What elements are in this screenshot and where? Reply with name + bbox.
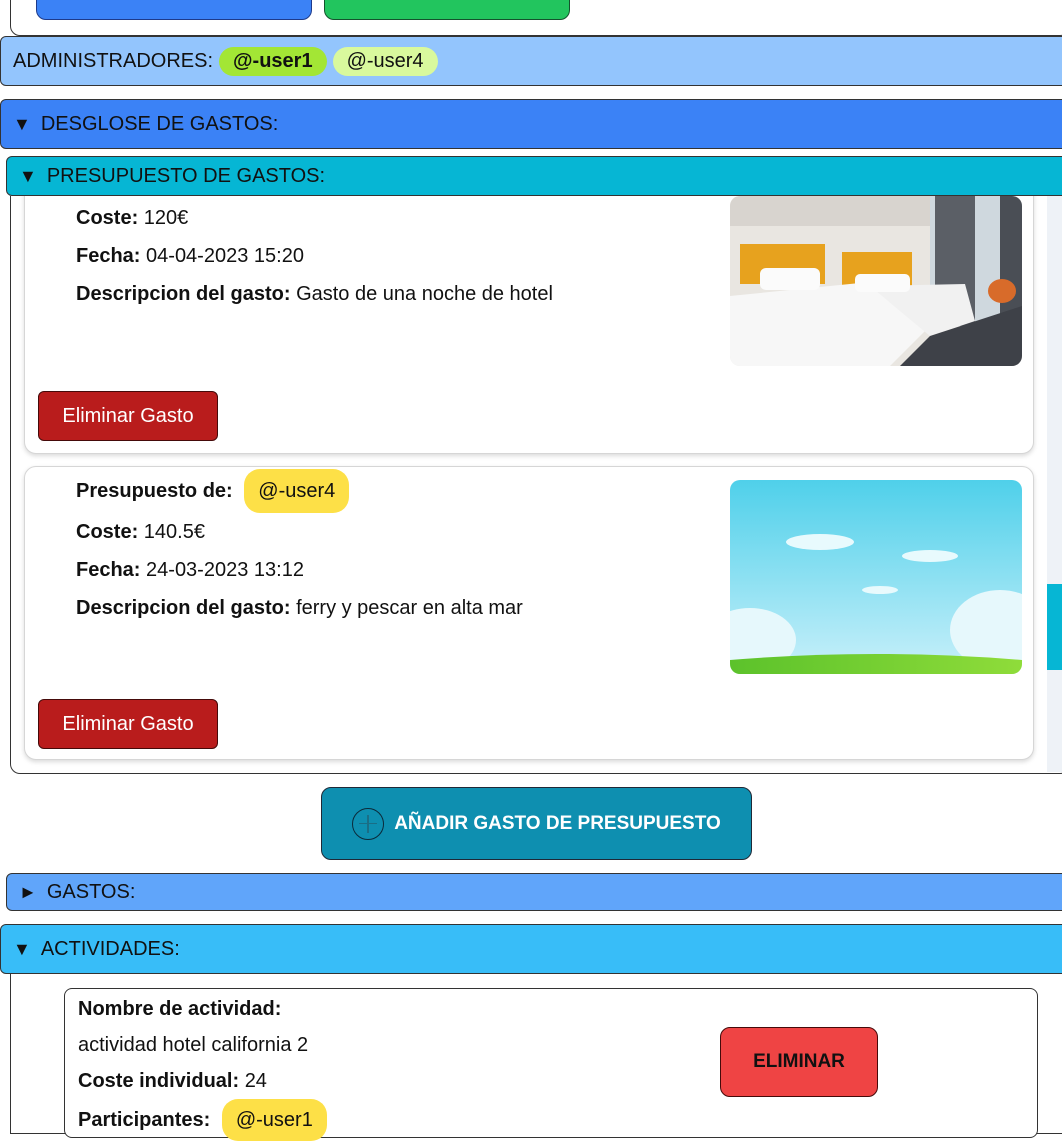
date-label: Fecha: (76, 559, 141, 581)
cost-value: 120€ (143, 207, 189, 229)
activity-name-label-line: Nombre de actividad: (78, 991, 698, 1027)
owner-label: Presupuesto de: (76, 480, 233, 502)
expense-info: Presupuesto de: @-user4 Coste: 140.5€ Fe… (76, 469, 716, 627)
top-blue-button[interactable] (36, 0, 312, 20)
desc-value: Gasto de una noche de hotel (296, 283, 553, 305)
triangle-down-icon: ▼ (19, 165, 37, 186)
presupuesto-section-header[interactable]: ▼ PRESUPUESTO DE GASTOS: (6, 156, 1062, 196)
triangle-right-icon: ► (19, 881, 37, 902)
add-budget-expense-label: AÑADIR GASTO DE PRESUPUESTO (394, 812, 721, 834)
activity-name-label: Nombre de actividad: (78, 998, 282, 1020)
actividades-section-label: ACTIVIDADES: (40, 937, 180, 960)
delete-activity-button[interactable]: ELIMINAR (720, 1027, 878, 1097)
expense-date-line: Fecha: 24-03-2023 13:12 (76, 551, 716, 589)
desc-label: Descripcion del gasto: (76, 597, 291, 619)
triangle-down-icon: ▼ (13, 113, 31, 134)
admin-user-chip[interactable]: @-user1 (219, 46, 327, 76)
hotel-room-image (730, 196, 1022, 366)
cost-value: 140.5€ (143, 521, 205, 543)
activity-info: Nombre de actividad: actividad hotel cal… (78, 991, 698, 1141)
delete-expense-button[interactable]: Eliminar Gasto (38, 699, 218, 749)
expense-desc-line: Descripcion del gasto: Gasto de una noch… (76, 275, 716, 313)
activity-participants-line: Participantes: @-user1 (78, 1099, 698, 1141)
gastos-section-header[interactable]: ► GASTOS: (6, 873, 1062, 911)
participant-user-chip[interactable]: @-user1 (221, 1099, 327, 1141)
administrators-bar: ADMINISTRADORES: @-user1 @-user4 (0, 36, 1062, 86)
plus-circle-icon (352, 807, 385, 840)
admin-user-chip[interactable]: @-user4 (332, 46, 438, 76)
scrollbar-thumb[interactable] (1047, 584, 1062, 670)
administrators-label: ADMINISTRADORES: (13, 49, 214, 72)
expense-info: Coste: 120€ Fecha: 04-04-2023 15:20 Desc… (76, 199, 716, 313)
sky-landscape-image (730, 480, 1022, 674)
activity-cost-line: Coste individual: 24 (78, 1063, 698, 1099)
expense-desc-line: Descripcion del gasto: ferry y pescar en… (76, 589, 716, 627)
owner-user-chip[interactable]: @-user4 (244, 469, 350, 513)
date-value: 04-04-2023 15:20 (146, 245, 304, 267)
expense-owner-line: Presupuesto de: @-user4 (76, 469, 716, 513)
activity-participants-label: Participantes: (78, 1109, 211, 1131)
triangle-down-icon: ▼ (13, 938, 31, 959)
activity-cost-label: Coste individual: (78, 1070, 240, 1092)
actividades-section-header[interactable]: ▼ ACTIVIDADES: (0, 924, 1062, 974)
desc-label: Descripcion del gasto: (76, 283, 291, 305)
expense-cost-line: Coste: 120€ (76, 199, 716, 237)
cost-label: Coste: (76, 521, 139, 543)
scrollbar-track[interactable] (1047, 196, 1062, 772)
activity-cost-value: 24 (244, 1070, 267, 1092)
presupuesto-section-label: PRESUPUESTO DE GASTOS: (46, 164, 326, 187)
date-label: Fecha: (76, 245, 141, 267)
top-green-button[interactable] (324, 0, 570, 20)
date-value: 24-03-2023 13:12 (146, 559, 304, 581)
add-budget-expense-button[interactable]: AÑADIR GASTO DE PRESUPUESTO (321, 787, 752, 860)
expense-date-line: Fecha: 04-04-2023 15:20 (76, 237, 716, 275)
gastos-section-label: GASTOS: (46, 880, 136, 903)
desglose-section-label: DESGLOSE DE GASTOS: (40, 112, 279, 135)
desc-value: ferry y pescar en alta mar (296, 597, 523, 619)
cost-label: Coste: (76, 207, 139, 229)
expense-cost-line: Coste: 140.5€ (76, 513, 716, 551)
activity-name: actividad hotel california 2 (78, 1034, 309, 1056)
delete-expense-button[interactable]: Eliminar Gasto (38, 391, 218, 441)
desglose-section-header[interactable]: ▼ DESGLOSE DE GASTOS: (0, 99, 1062, 149)
